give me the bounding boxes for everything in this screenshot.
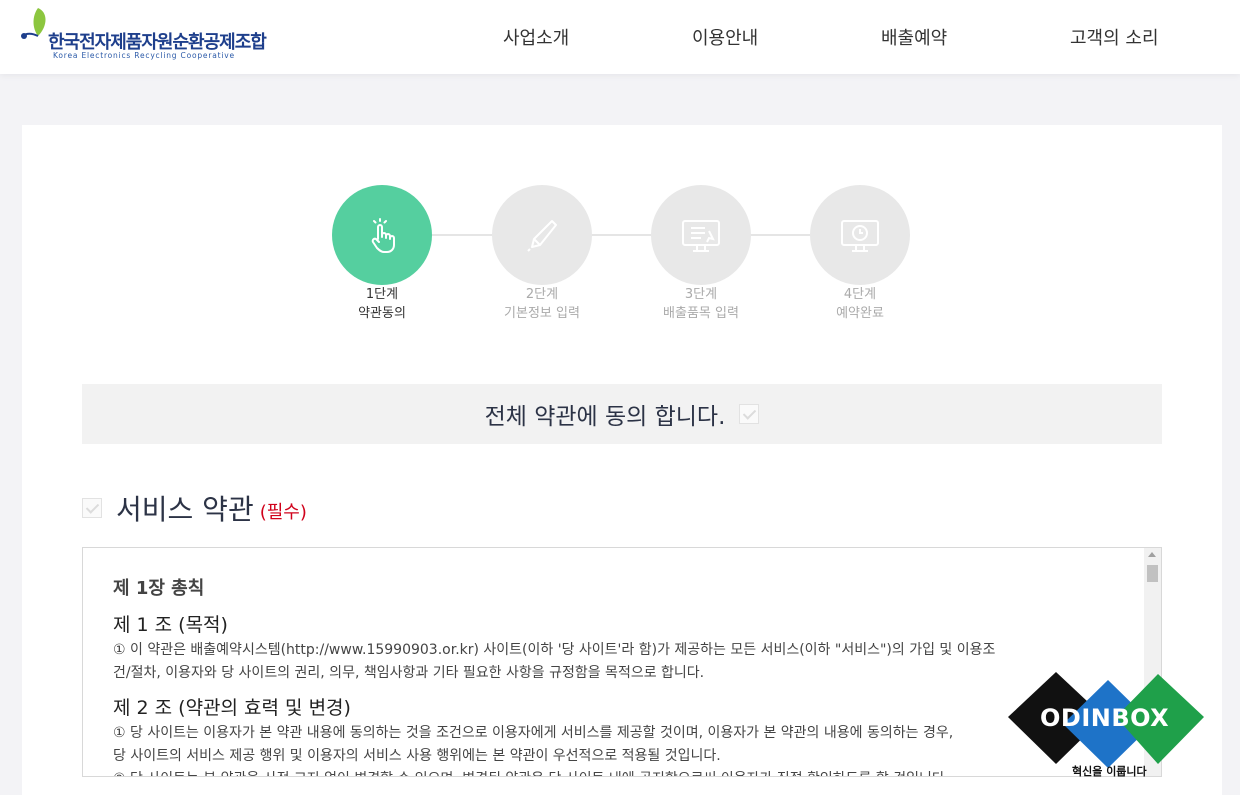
hand-pointer-icon — [371, 218, 395, 253]
agree-all-checkbox[interactable] — [739, 404, 760, 424]
terms-content: 제 1장 총칙 제 1 조 (목적) ① 이 약관은 배출예약시스템(http:… — [113, 574, 1113, 776]
terms-paragraph: 건/절차, 이용자와 당 사이트의 권리, 의무, 책임사항과 기타 필요한 사… — [113, 665, 705, 681]
pen-nib-icon — [527, 220, 557, 252]
step-2-label: 2단계 기본정보 입력 — [462, 285, 622, 323]
terms-article-title: 제 1 조 (목적) — [113, 614, 228, 636]
watermark-tagline: 혁신을 이룹니다 — [1072, 765, 1147, 778]
terms-article-title: 제 2 조 (약관의 효력 및 변경) — [113, 697, 351, 719]
terms-scroll-box[interactable]: 제 1장 총칙 제 1 조 (목적) ① 이 약관은 배출예약시스템(http:… — [82, 547, 1162, 777]
step-name: 약관동의 — [358, 306, 406, 321]
terms-paragraph: ① 이 약관은 배출예약시스템(http://www.15990903.or.k… — [113, 642, 996, 658]
monitor-list-icon — [682, 220, 720, 252]
site-header: 한국전자제품자원순환공제조합 Korea Electronics Recycli… — [0, 0, 1240, 74]
step-number: 1단계 — [365, 287, 399, 302]
agree-all-label[interactable]: 전체 약관에 동의 합니다. — [485, 397, 726, 431]
service-terms-title: 서비스 약관 — [116, 493, 254, 526]
terms-paragraph: 당 사이트의 서비스 제공 행위 및 이용자의 서비스 사용 행위에는 본 약관… — [113, 748, 721, 764]
terms-paragraph: ① 당 사이트는 이용자가 본 약관 내용에 동의하는 것을 조건으로 이용자에… — [113, 725, 954, 741]
step-number: 3단계 — [684, 287, 718, 302]
step-3-label: 3단계 배출품목 입력 — [621, 285, 781, 323]
nav-reservation[interactable]: 배출예약 — [881, 24, 947, 50]
agree-all-bar: 전체 약관에 동의 합니다. — [82, 384, 1162, 444]
nav-guide[interactable]: 이용안내 — [692, 24, 758, 50]
monitor-clock-icon — [841, 220, 879, 252]
step-3-circle — [651, 185, 751, 285]
step-connector — [750, 234, 810, 236]
step-4-label: 4단계 예약완료 — [780, 285, 940, 323]
logo[interactable]: 한국전자제품자원순환공제조합 Korea Electronics Recycli… — [20, 6, 267, 64]
step-connector — [591, 234, 651, 236]
terms-paragraph: ② 당 사이트는 본 약관을 사전 고지 없이 변경할 수 있으며, 변경된 약… — [113, 768, 1113, 776]
step-4-circle — [810, 185, 910, 285]
step-1-circle — [332, 185, 432, 285]
step-name: 배출품목 입력 — [663, 306, 739, 321]
terms-chapter: 제 1장 총칙 — [113, 578, 205, 599]
step-name: 예약완료 — [836, 306, 884, 321]
service-terms-header: 서비스 약관 (필수) — [82, 488, 307, 528]
step-1-label: 1단계 약관동의 — [302, 285, 462, 323]
step-number: 4단계 — [843, 287, 877, 302]
required-badge: (필수) — [259, 502, 307, 523]
scroll-up-arrow-icon[interactable] — [1148, 552, 1156, 557]
step-connector — [432, 234, 492, 236]
nav-voice[interactable]: 고객의 소리 — [1070, 24, 1159, 50]
step-number: 2단계 — [525, 287, 559, 302]
watermark-brand: ODINBOX — [1040, 704, 1170, 732]
nav-about[interactable]: 사업소개 — [503, 24, 569, 50]
logo-subtitle: Korea Electronics Recycling Cooperative — [53, 51, 235, 60]
service-terms-checkbox[interactable] — [82, 498, 102, 518]
step-2-circle — [492, 185, 592, 285]
scroll-thumb[interactable] — [1147, 565, 1158, 582]
step-name: 기본정보 입력 — [504, 306, 580, 321]
